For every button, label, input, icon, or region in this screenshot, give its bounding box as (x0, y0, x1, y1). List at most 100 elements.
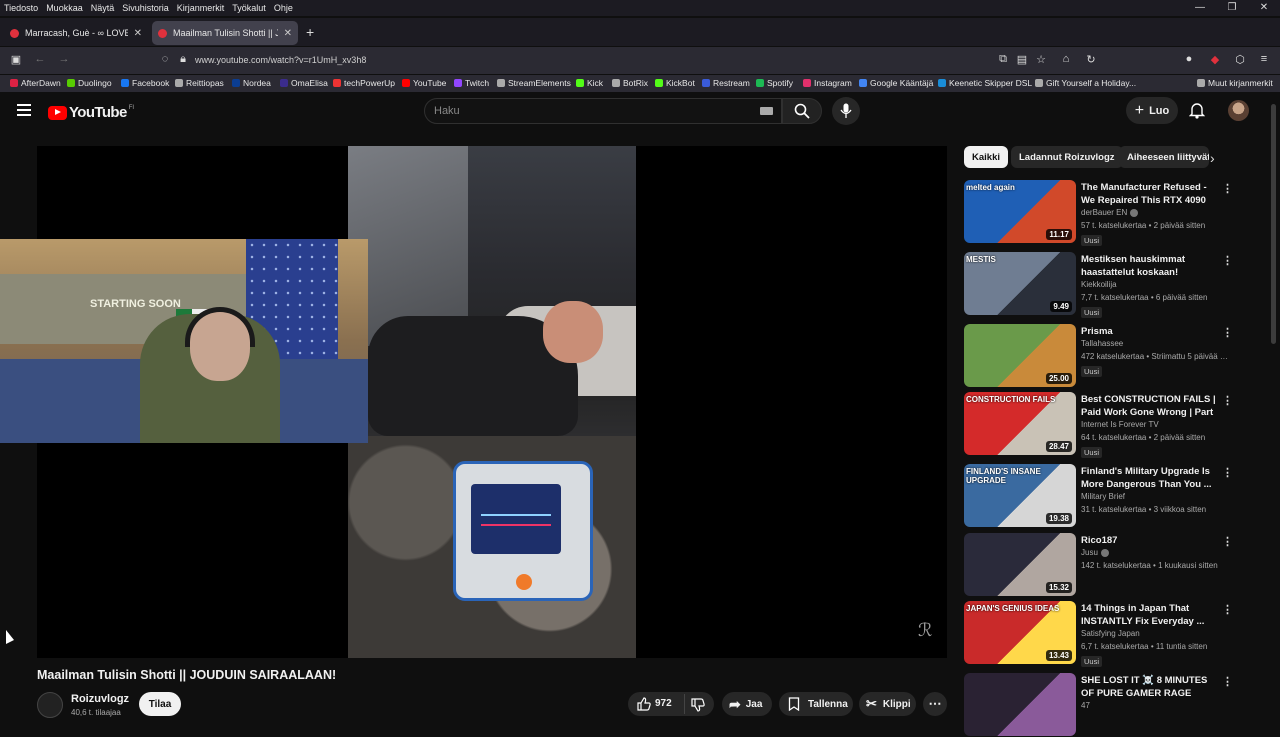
recommendation-channel[interactable]: Internet Is Forever TV (1081, 420, 1159, 429)
recommendation-item[interactable]: SHE LOST IT ☠️ 8 MINUTES OF PURE GAMER R… (964, 673, 1234, 737)
menu-item[interactable]: Työkalut (232, 3, 266, 13)
more-options-icon[interactable]: ⋮ (1222, 466, 1233, 479)
bookmark-item[interactable]: YouTube (402, 78, 446, 88)
recommendation-item[interactable]: CONSTRUCTION FAILS 28.47 Best CONSTRUCTION… (964, 392, 1234, 458)
create-button[interactable]: + Luo (1126, 97, 1178, 124)
recommendation-title[interactable]: Rico187 (1081, 534, 1219, 547)
clip-button[interactable]: ✂ Klippi (859, 692, 916, 716)
bookmark-item[interactable]: Gift Yourself a Holiday... (1035, 78, 1136, 88)
screenshot-icon[interactable]: ⧉ (995, 53, 1011, 66)
home-icon[interactable]: ⌂ (1058, 53, 1074, 65)
chip-related[interactable]: Aiheeseen liittyvät (1119, 146, 1209, 168)
chip-uploaded-by-channel[interactable]: Ladannut Roizuvlogz (1011, 146, 1123, 168)
close-tab-icon[interactable]: ✕ (134, 28, 142, 39)
page-scrollbar[interactable] (1271, 104, 1276, 344)
recommendation-title[interactable]: Finland's Military Upgrade Is More Dange… (1081, 465, 1219, 491)
close-window-icon[interactable]: ✕ (1248, 0, 1280, 16)
menu-item[interactable]: Ohje (274, 3, 293, 13)
more-actions-icon[interactable]: ⋯ (923, 692, 947, 716)
close-tab-icon[interactable]: ✕ (284, 28, 292, 39)
video-thumbnail[interactable]: MESTIS 9.49 (964, 252, 1076, 315)
menu-icon[interactable]: ≡ (1256, 53, 1272, 65)
search-box[interactable] (424, 98, 782, 124)
video-thumbnail[interactable] (964, 673, 1076, 736)
recommendation-channel[interactable]: derBauer EN (1081, 208, 1139, 217)
bookmark-item[interactable]: Spotify (756, 78, 793, 88)
forward-icon[interactable]: → (56, 53, 72, 65)
bookmark-item[interactable]: Facebook (121, 78, 169, 88)
share-button[interactable]: ➦ Jaa (722, 692, 772, 716)
hamburger-menu-icon[interactable] (17, 104, 31, 116)
more-options-icon[interactable]: ⋮ (1222, 182, 1233, 195)
bookmark-item[interactable]: Restream (702, 78, 750, 88)
bookmark-item[interactable]: Twitch (454, 78, 489, 88)
bookmark-star-icon[interactable]: ☆ (1033, 53, 1049, 66)
channel-watermark-icon[interactable]: ℛ (918, 620, 932, 641)
recommendation-title[interactable]: 14 Things in Japan That INSTANTLY Fix Ev… (1081, 602, 1219, 628)
search-button[interactable] (782, 98, 822, 124)
dislike-button[interactable] (690, 697, 706, 716)
recommendation-item[interactable]: melted again 11.17 The Manufacturer Refuse… (964, 180, 1234, 246)
recommendation-channel[interactable]: Military Brief (1081, 492, 1125, 501)
bookmark-item[interactable]: Nordea (232, 78, 271, 88)
bookmark-item[interactable]: Google Kääntäjä (859, 78, 933, 88)
save-button[interactable]: Tallenna (779, 692, 853, 716)
back-icon[interactable]: ← (32, 53, 48, 65)
menu-item[interactable]: Tiedosto (4, 3, 38, 13)
recommendation-item[interactable]: JAPAN'S GENIUS IDEAS 13.43 14 Things in Ja… (964, 601, 1234, 667)
video-thumbnail[interactable]: FINLAND'S INSANE UPGRADE 19.38 (964, 464, 1076, 527)
account-icon[interactable]: ● (1181, 53, 1197, 65)
extension-badge-icon[interactable]: ◆ (1207, 53, 1223, 66)
recommendation-title[interactable]: Mestiksen hauskimmat haastattelut koskaa… (1081, 253, 1219, 279)
recommendation-title[interactable]: Best CONSTRUCTION FAILS | Paid Work Gone… (1081, 393, 1219, 419)
more-options-icon[interactable]: ⋮ (1222, 394, 1233, 407)
bookmark-item[interactable]: BotRix (612, 78, 648, 88)
bookmark-item[interactable]: Reittiopas (175, 78, 224, 88)
like-button[interactable] (636, 696, 652, 715)
bookmark-item[interactable]: Muut kirjanmerkit (1197, 78, 1273, 88)
menu-item[interactable]: Muokkaa (46, 3, 83, 13)
menu-item[interactable]: Sivuhistoria (122, 3, 169, 13)
video-thumbnail[interactable]: 25.00 (964, 324, 1076, 387)
video-thumbnail[interactable]: JAPAN'S GENIUS IDEAS 13.43 (964, 601, 1076, 664)
voice-search-button[interactable] (832, 97, 860, 125)
keyboard-icon[interactable] (760, 107, 773, 115)
chip-all[interactable]: Kaikki (964, 146, 1008, 168)
extensions-icon[interactable]: ⬡ (1232, 53, 1248, 66)
recommendation-item[interactable]: 15.32 Rico187 Jusu 142 t. katselukertaa • 1… (964, 533, 1234, 597)
bookmark-item[interactable]: Kick (576, 78, 603, 88)
bookmark-item[interactable]: techPowerUp (333, 78, 395, 88)
new-tab-icon[interactable]: + (306, 24, 314, 40)
search-input[interactable] (425, 99, 725, 123)
more-options-icon[interactable]: ⋮ (1222, 675, 1233, 688)
chevron-right-icon[interactable]: › (1210, 150, 1215, 166)
video-thumbnail[interactable]: 15.32 (964, 533, 1076, 596)
url-bar[interactable]: www.youtube.com/watch?v=r1UmH_xv3h8 (195, 55, 366, 65)
reload-icon[interactable]: ↻ (1083, 53, 1099, 66)
more-options-icon[interactable]: ⋮ (1222, 603, 1233, 616)
bookmark-item[interactable]: Keenetic Skipper DSL (938, 78, 1032, 88)
channel-avatar[interactable] (37, 692, 63, 718)
restore-icon[interactable]: ❐ (1216, 0, 1248, 16)
shield-icon[interactable]: ◌ (157, 53, 173, 65)
youtube-logo[interactable]: YouTube FI (48, 104, 134, 121)
recommendation-title[interactable]: Prisma (1081, 325, 1219, 338)
more-options-icon[interactable]: ⋮ (1222, 326, 1233, 339)
video-thumbnail[interactable]: CONSTRUCTION FAILS 28.47 (964, 392, 1076, 455)
lock-icon[interactable]: 🔒︎ (175, 53, 191, 66)
bookmark-item[interactable]: Instagram (803, 78, 852, 88)
recommendation-channel[interactable]: Satisfying Japan (1081, 629, 1140, 638)
recommendation-title[interactable]: The Manufacturer Refused - We Repaired T… (1081, 181, 1219, 207)
tab-marracash[interactable]: Marracash, Guè - ∞ LOVE - You ✕ (4, 21, 148, 45)
notifications-bell-icon[interactable] (1189, 101, 1205, 119)
recommendation-item[interactable]: 25.00 Prisma Tallahassee 472 katselukertaa … (964, 324, 1234, 388)
more-options-icon[interactable]: ⋮ (1222, 535, 1233, 548)
recommendation-channel[interactable]: 47 (1081, 701, 1090, 710)
bookmark-item[interactable]: Duolingo (67, 78, 112, 88)
recommendation-channel[interactable]: Jusu (1081, 548, 1109, 557)
menu-item[interactable]: Näytä (91, 3, 115, 13)
sidebar-toggle-icon[interactable]: ▣ (8, 53, 24, 66)
recommendation-channel[interactable]: Tallahassee (1081, 339, 1123, 348)
bookmark-item[interactable]: StreamElements (497, 78, 571, 88)
user-avatar[interactable] (1228, 100, 1249, 121)
